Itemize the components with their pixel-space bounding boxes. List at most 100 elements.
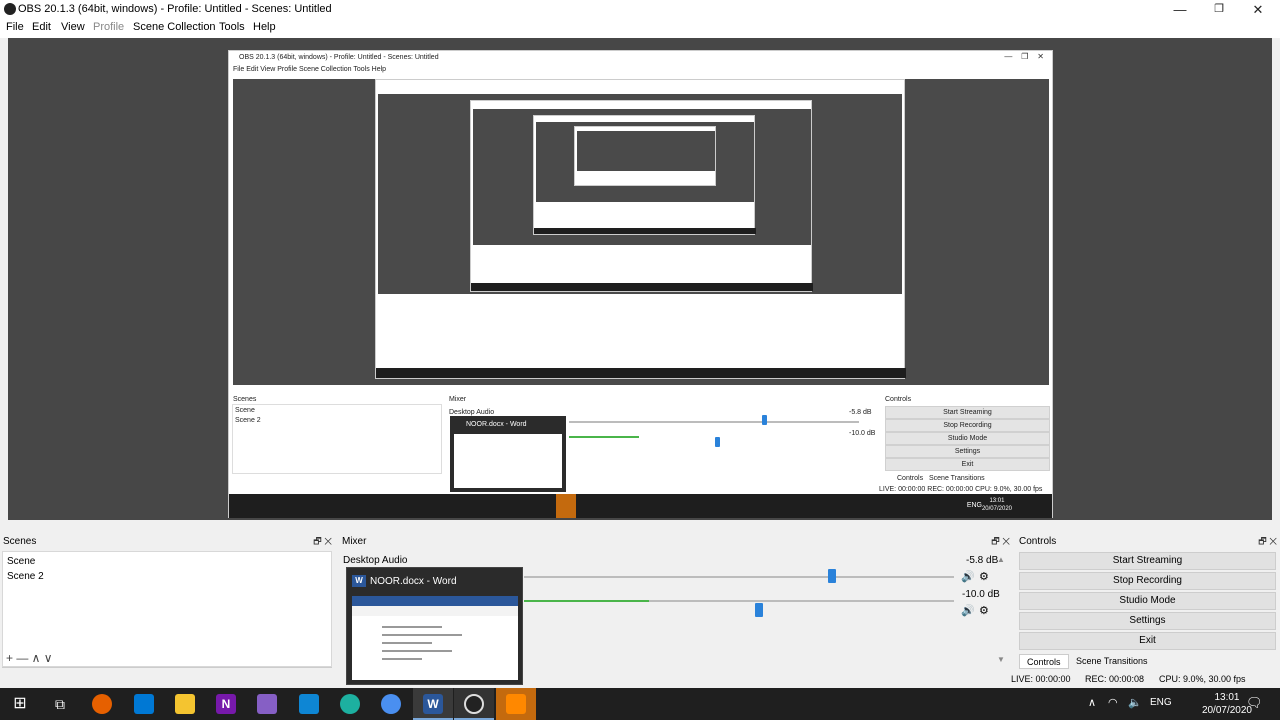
menu-tools[interactable]: Tools bbox=[219, 21, 245, 33]
nested-tab-transitions: Scene Transitions bbox=[929, 475, 985, 482]
network-icon[interactable]: ◠ bbox=[1108, 696, 1118, 709]
tab-scene-transitions[interactable]: Scene Transitions bbox=[1069, 654, 1155, 669]
gear-icon[interactable]: ⚙ bbox=[979, 604, 989, 617]
mixer-dock-buttons[interactable]: 🗗 ✕ bbox=[991, 534, 1010, 549]
notification-icon[interactable]: 🗨 bbox=[1246, 695, 1263, 711]
nested-menu: File Edit View Profile Scene Collection … bbox=[233, 66, 387, 73]
speaker-icon[interactable]: 🔊 bbox=[961, 570, 975, 583]
menu-edit[interactable]: Edit bbox=[32, 21, 51, 33]
volume-icon[interactable]: 🔈 bbox=[1128, 696, 1142, 709]
tab-controls[interactable]: Controls bbox=[1019, 654, 1069, 669]
volume-slider-knob[interactable] bbox=[828, 569, 836, 583]
scenes-header: Scenes 🗗 ✕ bbox=[0, 534, 335, 549]
scenes-dock-buttons[interactable]: 🗗 ✕ bbox=[313, 534, 332, 549]
nested-taskbar-level4 bbox=[534, 228, 756, 234]
menu-file[interactable]: File bbox=[6, 21, 24, 33]
controls-dock-buttons[interactable]: 🗗 ✕ bbox=[1258, 534, 1277, 549]
nested-slider-1 bbox=[569, 421, 859, 423]
exit-button[interactable]: Exit bbox=[1019, 632, 1276, 650]
nested-controls-header: Controls bbox=[885, 396, 912, 403]
word-icon: W bbox=[352, 575, 366, 587]
volume-slider-track[interactable] bbox=[524, 576, 954, 578]
tray-chevron-icon[interactable]: ∧ bbox=[1088, 696, 1096, 709]
word-taskbar-preview[interactable]: W NOOR.docx - Word bbox=[346, 567, 523, 685]
close-button[interactable]: ✕ bbox=[1238, 0, 1278, 19]
controls-header: Controls 🗗 ✕ bbox=[1016, 534, 1280, 549]
scene-toolbar[interactable]: + — ∧ ∨ bbox=[6, 651, 53, 665]
clock[interactable]: 13:01 20/07/2020 bbox=[1202, 691, 1252, 717]
nested-btn-start-streaming: Start Streaming bbox=[885, 406, 1050, 419]
menu-profile[interactable]: Profile bbox=[93, 21, 124, 33]
clock-date: 20/07/2020 bbox=[1201, 705, 1252, 716]
vlc-taskbar-button[interactable] bbox=[496, 688, 536, 720]
obs-app-icon bbox=[4, 3, 16, 15]
windows-start-icon[interactable]: ⊞ bbox=[10, 694, 30, 714]
nested-window-controls: — ❐ ✕ bbox=[1004, 52, 1044, 61]
speaker-icon[interactable]: 🔊 bbox=[961, 604, 975, 617]
scene-item[interactable]: Scene 2 bbox=[7, 571, 44, 582]
live-status: LIVE: 00:00:00 bbox=[1011, 674, 1071, 684]
file-explorer-icon[interactable] bbox=[175, 694, 195, 714]
taskbar: ⊞ ⧉ N W ∧ ◠ 🔈 ENG 13:01 20/07/2020 🗨 bbox=[0, 688, 1280, 720]
mail-icon[interactable] bbox=[134, 694, 154, 714]
task-view-icon[interactable]: ⧉ bbox=[50, 694, 70, 714]
word-icon: W bbox=[423, 694, 443, 714]
language-indicator[interactable]: ENG bbox=[1150, 697, 1172, 708]
nested-taskbar: 13:01 20/07/2020 ENG bbox=[229, 494, 1052, 518]
stop-recording-button[interactable]: Stop Recording bbox=[1019, 572, 1276, 590]
word-document-thumbnail[interactable] bbox=[352, 596, 518, 680]
nested-scenes-header: Scenes bbox=[233, 396, 257, 403]
nested-preview-level2 bbox=[378, 94, 902, 294]
scroll-up-icon[interactable]: ▲ bbox=[997, 555, 1005, 564]
visual-studio-icon[interactable] bbox=[257, 694, 277, 714]
volume-slider-knob-2[interactable] bbox=[755, 603, 763, 617]
word-taskbar-button[interactable]: W bbox=[413, 688, 453, 720]
nested-slider-knob-2 bbox=[715, 437, 720, 447]
nested-preview-level4 bbox=[536, 122, 754, 202]
db-readout-bottom: -10.0 dB bbox=[962, 589, 1000, 600]
nested-obs-window-level5 bbox=[574, 126, 716, 186]
menu-view[interactable]: View bbox=[61, 21, 85, 33]
gear-icon[interactable]: ⚙ bbox=[979, 570, 989, 583]
minimize-button[interactable]: — bbox=[1160, 0, 1200, 19]
nested-preview-level5 bbox=[577, 131, 715, 171]
mixer-header: Mixer 🗗 ✕ bbox=[339, 534, 1013, 549]
window-title: OBS 20.1.3 (64bit, windows) - Profile: U… bbox=[18, 3, 332, 15]
nested-obs-window-level2 bbox=[375, 79, 906, 379]
status-bar: LIVE: 00:00:00 REC: 00:00:08 CPU: 9.0%, … bbox=[0, 671, 1280, 687]
nested-window-title: OBS 20.1.3 (64bit, windows) - Profile: U… bbox=[239, 54, 439, 61]
menu-help[interactable]: Help bbox=[253, 21, 276, 33]
title-bar: OBS 20.1.3 (64bit, windows) - Profile: U… bbox=[0, 0, 1280, 19]
obs-icon bbox=[464, 694, 484, 714]
onenote-icon[interactable]: N bbox=[216, 694, 236, 714]
preview-canvas[interactable]: OBS 20.1.3 (64bit, windows) - Profile: U… bbox=[8, 38, 1272, 520]
chrome-icon[interactable] bbox=[381, 694, 401, 714]
cpu-status: CPU: 9.0%, 30.00 fps bbox=[1159, 674, 1246, 684]
start-streaming-button[interactable]: Start Streaming bbox=[1019, 552, 1276, 570]
word-toolbar bbox=[352, 606, 518, 616]
nested-btn-studio-mode: Studio Mode bbox=[885, 432, 1050, 445]
nested-vlc-icon bbox=[556, 494, 576, 518]
nested-obs-window-level4 bbox=[533, 115, 756, 235]
vscode-icon[interactable] bbox=[299, 694, 319, 714]
edge-icon[interactable] bbox=[340, 694, 360, 714]
obs-taskbar-button[interactable] bbox=[454, 688, 494, 720]
nested-clock: 13:01 20/07/2020 bbox=[982, 497, 1012, 513]
maximize-button[interactable]: ❐ bbox=[1199, 0, 1239, 19]
doc-line bbox=[382, 634, 462, 636]
studio-mode-button[interactable]: Studio Mode bbox=[1019, 592, 1276, 610]
doc-line bbox=[382, 658, 422, 660]
scenes-list[interactable]: Scene Scene 2 bbox=[2, 551, 332, 667]
scene-item[interactable]: Scene bbox=[7, 556, 35, 567]
firefox-icon[interactable] bbox=[92, 694, 112, 714]
nested-preview-canvas bbox=[233, 79, 1049, 385]
nested-scene-2: Scene 2 bbox=[235, 417, 261, 424]
menu-scene-collection[interactable]: Scene Collection bbox=[133, 21, 216, 33]
nested-status: LIVE: 00:00:00 REC: 00:00:00 CPU: 9.0%, … bbox=[879, 486, 1043, 493]
nested-lang: ENG bbox=[966, 502, 982, 509]
settings-button[interactable]: Settings bbox=[1019, 612, 1276, 630]
volume-slider-track-2[interactable] bbox=[649, 600, 954, 602]
scroll-down-icon[interactable]: ▼ bbox=[997, 655, 1005, 664]
nested-control-buttons: Start Streaming Stop Recording Studio Mo… bbox=[885, 406, 1050, 471]
nested-word-popup: NOOR.docx - Word bbox=[450, 416, 566, 492]
